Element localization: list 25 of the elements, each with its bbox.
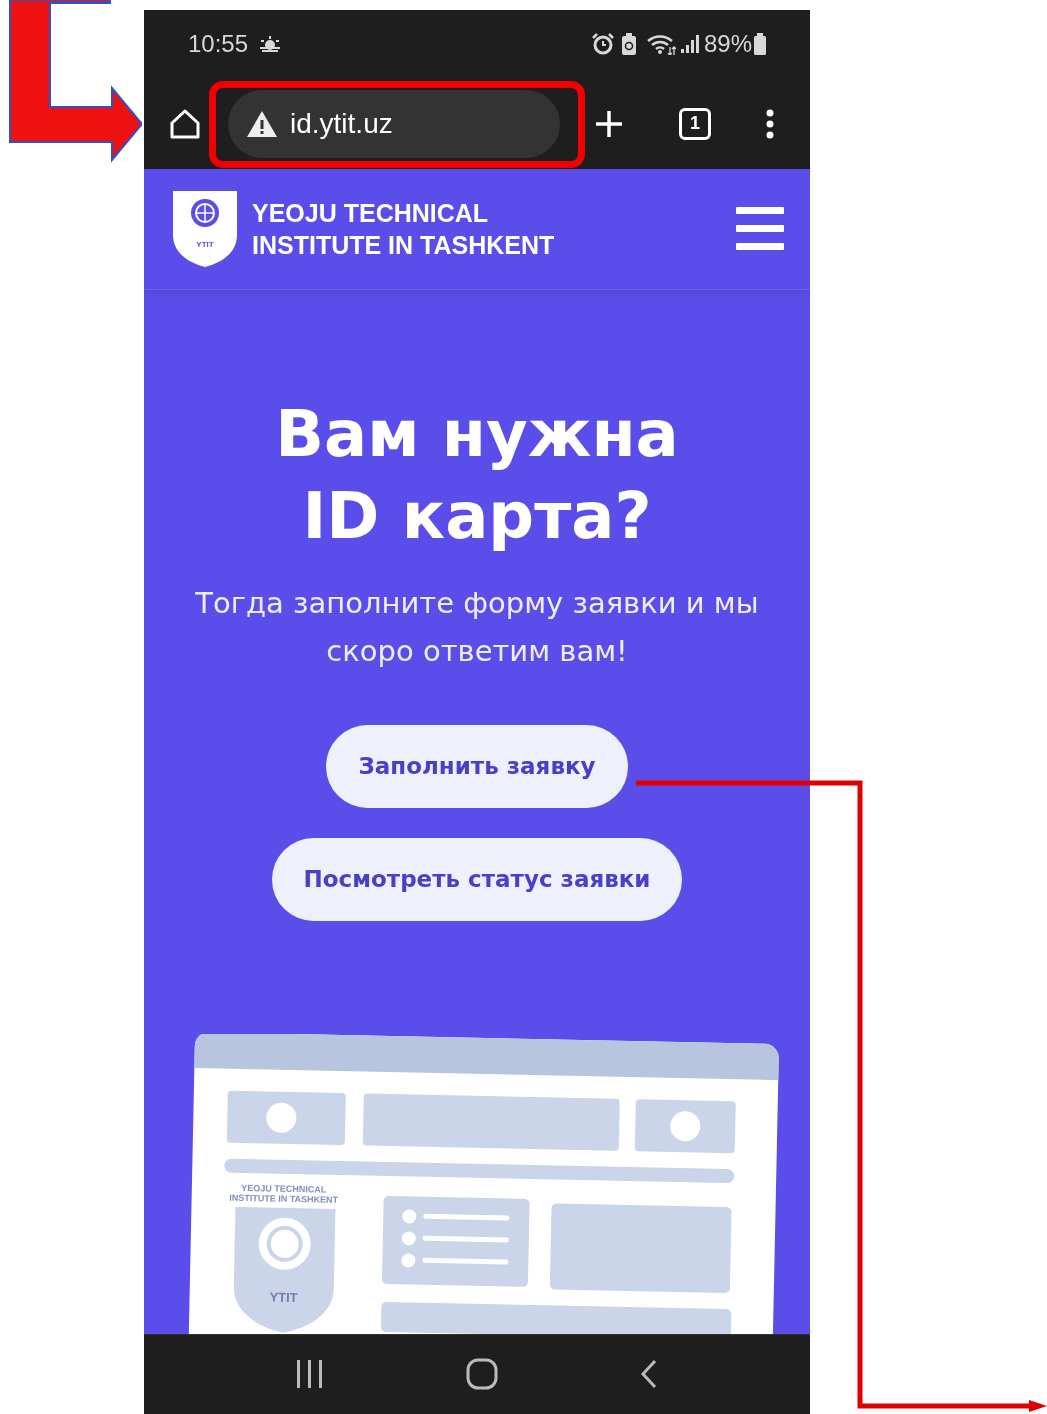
weather-icon [258, 35, 283, 54]
more-options-icon[interactable] [766, 108, 774, 139]
institute-name[interactable]: YEOJU TECHNICAL INSTITUTE IN TASHKENT [252, 196, 555, 261]
signal-icon [679, 34, 700, 55]
alarm-icon [591, 33, 614, 56]
wifi-icon [645, 33, 676, 56]
home-button-icon[interactable] [466, 1358, 498, 1391]
action-button[interactable]: Посмотреть статус заявки [271, 837, 683, 921]
menu-icon[interactable] [736, 206, 784, 251]
tab-count-button[interactable]: 1 [679, 107, 711, 140]
recent-apps-icon[interactable] [294, 1360, 325, 1389]
battery-percent: 89% [703, 29, 752, 60]
illustration-caption: YEOJU TECHNICAL INSTITUTE IN TASHKENT [229, 1182, 339, 1205]
hero-heading: Вам нужна ID карта? [275, 395, 679, 555]
battery-saver-icon [621, 33, 636, 56]
warning-icon [246, 109, 278, 138]
clock-time: 10:55 [188, 29, 249, 60]
logo-shield-icon[interactable]: YTIT [172, 188, 238, 269]
plus-icon[interactable] [594, 108, 624, 139]
battery-icon [754, 33, 766, 56]
action-button[interactable]: Заполнить заявку [326, 724, 628, 808]
address-bar[interactable]: id.ytit.uz [228, 89, 560, 158]
hero-subtitle: Тогда заполните форму заявки и мы скоро ответим вам! [194, 584, 760, 670]
badge-text: YTIT [269, 1289, 298, 1305]
url-text: id.ytit.uz [290, 106, 393, 141]
